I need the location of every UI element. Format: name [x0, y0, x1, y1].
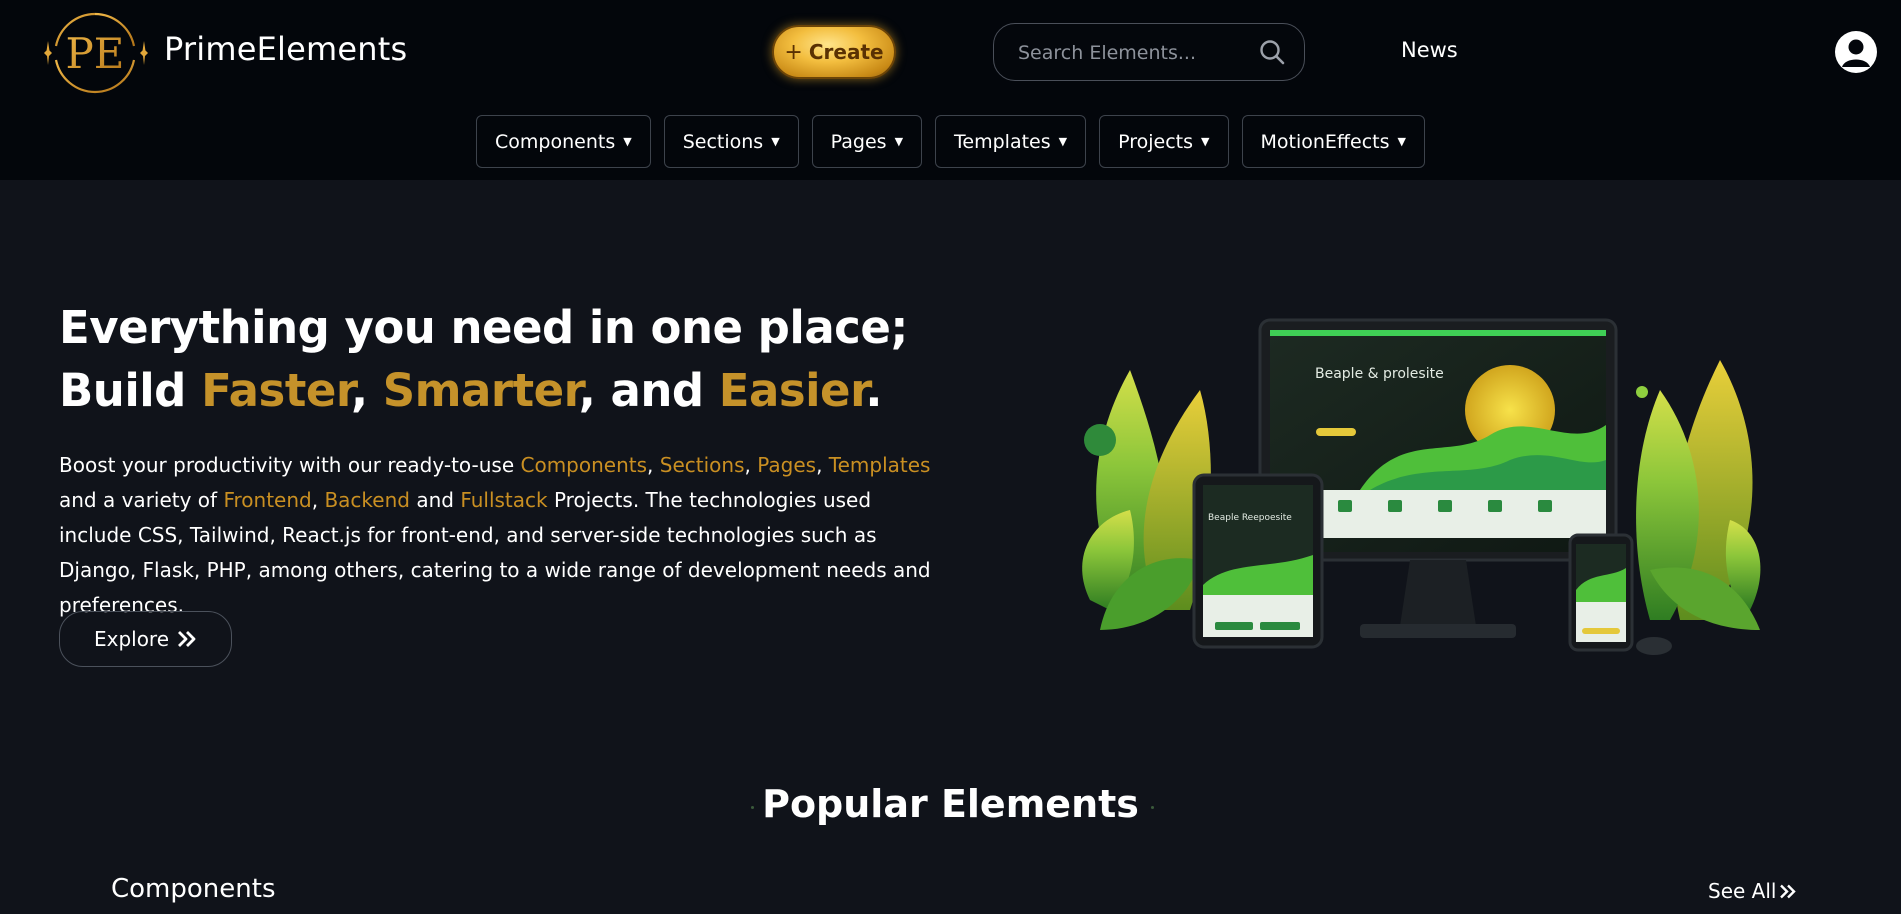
popular-title: Popular Elements	[762, 782, 1139, 826]
logo[interactable]: PE	[36, 10, 154, 96]
main-nav: Components ▼ Sections ▼ Pages ▼ Template…	[0, 115, 1901, 168]
desc-text: Boost your productivity with our ready-t…	[59, 453, 521, 477]
nav-item-templates[interactable]: Templates ▼	[935, 115, 1087, 168]
search-icon[interactable]	[1258, 38, 1286, 66]
nav-item-label: MotionEffects	[1260, 130, 1390, 153]
nav-item-label: Pages	[830, 130, 887, 153]
hero-title-faster: Faster	[201, 364, 351, 417]
hero-description: Boost your productivity with our ready-t…	[59, 448, 939, 623]
hero-title-sep: ,	[350, 364, 383, 417]
header: PE PrimeElements + Create News Component…	[0, 0, 1901, 180]
nav-item-projects[interactable]: Projects ▼	[1099, 115, 1229, 168]
explore-button[interactable]: Explore	[59, 611, 232, 667]
link-fullstack[interactable]: Fullstack	[460, 488, 547, 512]
nav-item-components[interactable]: Components ▼	[476, 115, 651, 168]
nav-item-motioneffects[interactable]: MotionEffects ▼	[1241, 115, 1425, 168]
caret-down-icon: ▼	[623, 135, 632, 148]
caret-down-icon: ▼	[1201, 135, 1210, 148]
caret-down-icon: ▼	[894, 135, 904, 148]
see-all-label: See All	[1708, 879, 1777, 903]
search-input[interactable]	[1018, 38, 1248, 68]
link-frontend[interactable]: Frontend	[223, 488, 311, 512]
plus-icon: +	[784, 39, 803, 65]
explore-label: Explore	[93, 627, 170, 651]
hero-title-build: Build	[59, 364, 202, 417]
desc-text: ,	[816, 453, 829, 477]
nav-item-label: Projects	[1118, 130, 1194, 153]
link-backend[interactable]: Backend	[324, 488, 410, 512]
hero-illustration: Beaple & prolesite Beaple Reepoesite	[1082, 318, 1761, 655]
svg-text:PE: PE	[66, 29, 125, 78]
search-box	[993, 23, 1305, 81]
section-label-components: Components	[111, 874, 276, 904]
hero-title-and: , and	[578, 364, 719, 417]
nav-item-label: Components	[495, 130, 616, 153]
user-avatar-icon[interactable]	[1835, 31, 1877, 73]
desc-text: ,	[647, 453, 660, 477]
hero-title-line1: Everything you need in one place;	[59, 301, 908, 354]
hero-title-period: .	[865, 364, 882, 417]
create-button[interactable]: + Create	[772, 25, 896, 79]
logo-mark: PE	[44, 12, 148, 94]
desc-text: and	[409, 488, 461, 512]
news-link[interactable]: News	[1401, 38, 1458, 62]
nav-item-pages[interactable]: Pages ▼	[811, 115, 923, 168]
link-components[interactable]: Components	[521, 453, 648, 477]
caret-down-icon: ▼	[1058, 135, 1068, 148]
user-icon	[1842, 39, 1870, 67]
link-templates[interactable]: Templates	[829, 453, 931, 477]
desc-text: ,	[744, 453, 758, 477]
double-chevron-right-icon	[1780, 884, 1797, 898]
desc-text: and a variety of	[59, 488, 224, 512]
hero-title-smarter: Smarter	[382, 364, 579, 417]
hero-title-easier: Easier	[718, 364, 866, 417]
create-label: Create	[808, 40, 884, 64]
link-sections[interactable]: Sections	[660, 453, 745, 477]
see-all-link[interactable]: See All	[1708, 879, 1797, 903]
desc-text: ,	[311, 488, 325, 512]
brand-name[interactable]: PrimeElements	[164, 30, 407, 68]
svg-text:Beaple Reepoesite: Beaple Reepoesite	[1208, 513, 1292, 523]
nav-item-label: Sections	[682, 130, 764, 153]
hero-title: Everything you need in one place; Build …	[59, 296, 908, 422]
svg-text:Beaple & prolesite: Beaple & prolesite	[1315, 366, 1444, 382]
double-chevron-right-icon	[178, 631, 196, 647]
caret-down-icon: ▼	[1397, 135, 1406, 148]
nav-item-sections[interactable]: Sections ▼	[663, 115, 799, 168]
caret-down-icon: ▼	[771, 135, 780, 148]
nav-item-label: Templates	[954, 130, 1051, 153]
link-pages[interactable]: Pages	[757, 453, 816, 477]
